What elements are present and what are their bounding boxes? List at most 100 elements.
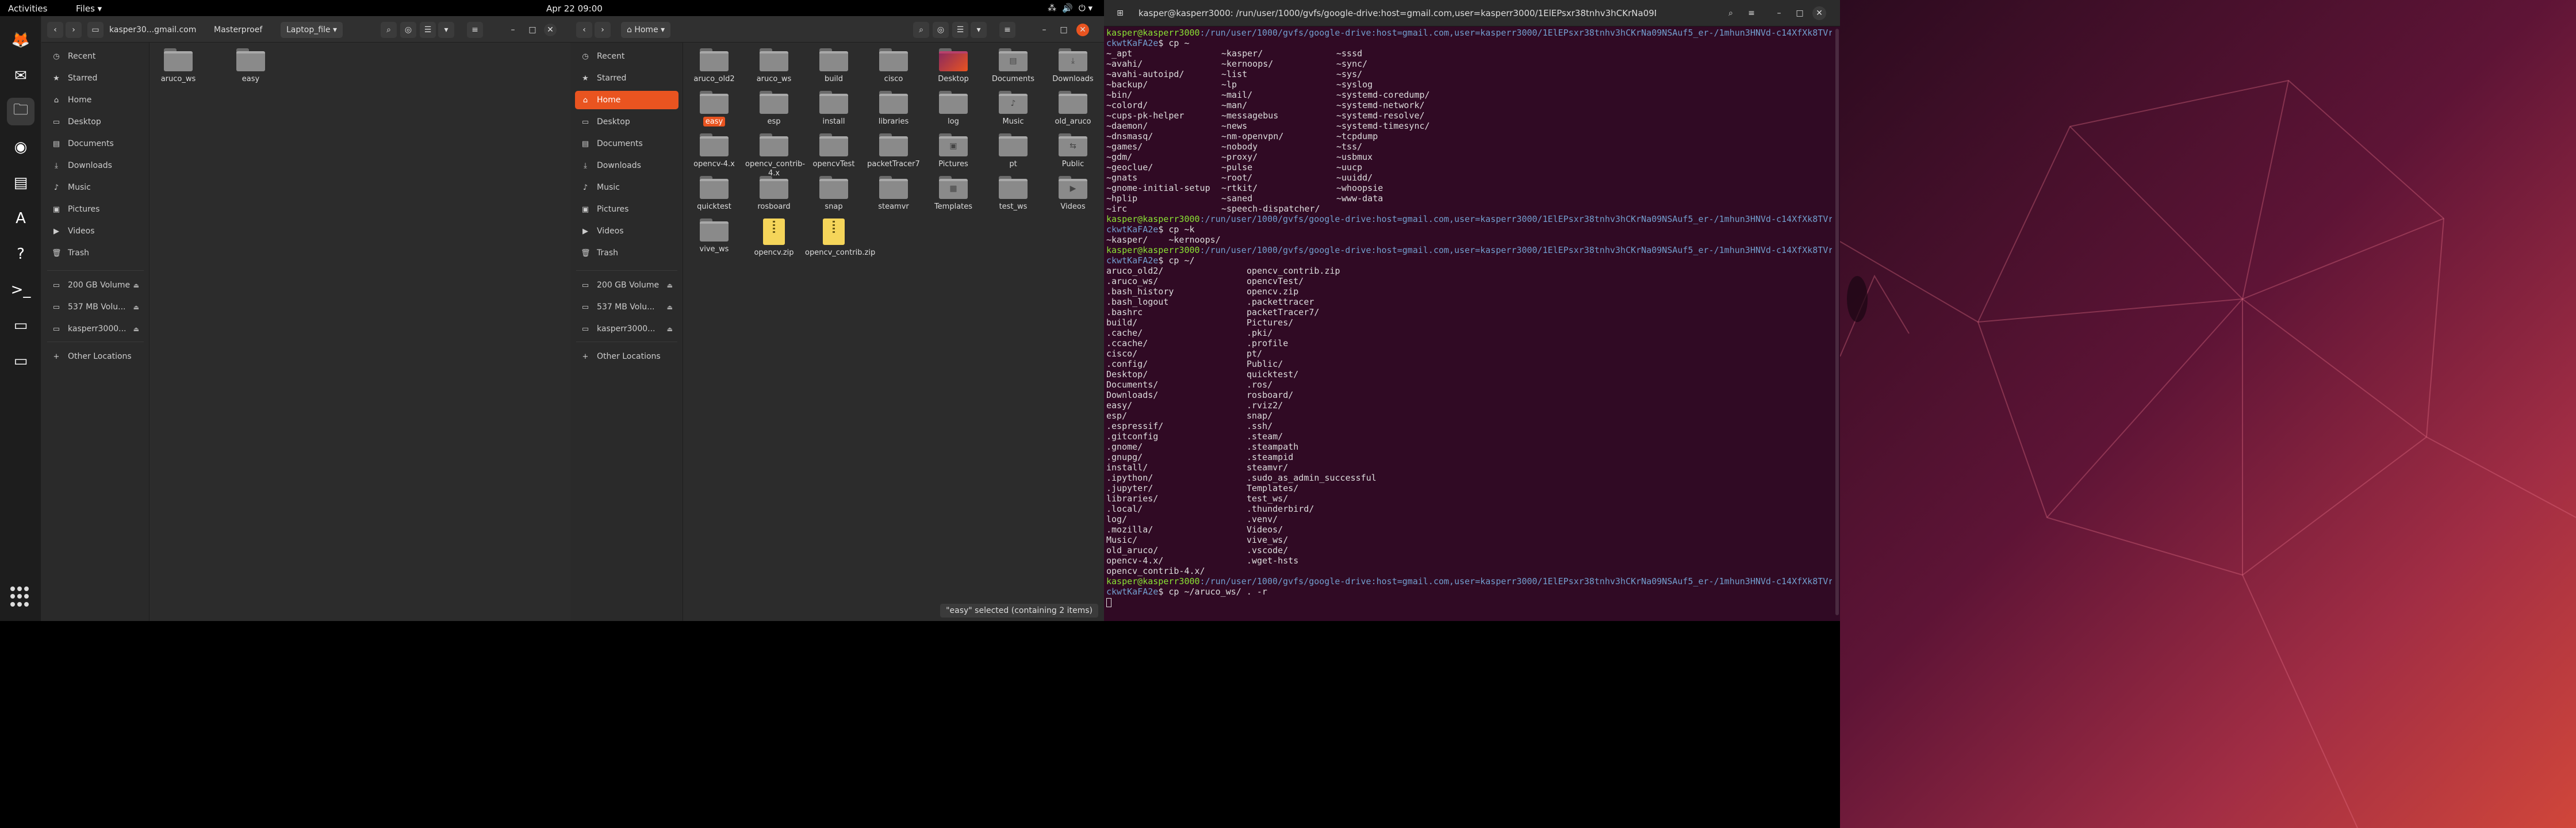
- sidebar-item-trash[interactable]: 🗑 Trash: [575, 244, 678, 262]
- file-item[interactable]: ▣ Pictures: [925, 133, 982, 169]
- files-icon[interactable]: 🗀: [7, 98, 34, 125]
- sidebar-item-videos[interactable]: ▶ Videos: [46, 222, 145, 240]
- file-item[interactable]: old_aruco: [1044, 91, 1102, 126]
- sidebar-item-documents[interactable]: ▤ Documents: [46, 135, 145, 153]
- drive-icon[interactable]: ▭: [7, 312, 34, 339]
- file-item[interactable]: ⇆ Public: [1044, 133, 1102, 169]
- sidebar-item-trash[interactable]: 🗑 Trash: [46, 244, 145, 262]
- sidebar-item-pictures[interactable]: ▣ Pictures: [575, 200, 678, 218]
- file-item[interactable]: ▦ Templates: [925, 176, 982, 212]
- eject-icon[interactable]: ⏏: [133, 325, 139, 333]
- minimize-icon[interactable]: –: [1771, 6, 1787, 21]
- search-icon[interactable]: ⌕: [1723, 6, 1739, 21]
- list-view-icon[interactable]: ☰: [952, 22, 968, 38]
- search-icon[interactable]: ⌕: [913, 22, 929, 38]
- file-item[interactable]: ▶ Videos: [1044, 176, 1102, 212]
- file-item[interactable]: easy: [222, 48, 279, 84]
- sidebar-volume[interactable]: ▭ 537 MB Volu... ⏏: [46, 298, 145, 316]
- file-item[interactable]: opencv_contrib.zip: [805, 218, 875, 258]
- list-view-icon[interactable]: ☰: [420, 22, 436, 38]
- sidebar-volume[interactable]: ▭ 200 GB Volume ⏏: [46, 276, 145, 294]
- sidebar-item-music[interactable]: ♪ Music: [46, 178, 145, 197]
- file-item[interactable]: rosboard: [745, 176, 803, 212]
- activities-button[interactable]: Activities: [8, 3, 47, 14]
- sidebar-item-music[interactable]: ♪ Music: [575, 178, 678, 197]
- eject-icon[interactable]: ⏏: [667, 325, 673, 333]
- terminal-output[interactable]: kasper@kasperr3000:/run/user/1000/gvfs/g…: [1106, 28, 1832, 621]
- breadcrumb-home[interactable]: ⌂ Home ▾: [621, 22, 671, 38]
- sidebar-item-desktop[interactable]: ▭ Desktop: [46, 113, 145, 131]
- app-menu[interactable]: Files ▾: [76, 3, 102, 14]
- network-icon[interactable]: ⁂: [1048, 3, 1056, 13]
- sidebar-item-downloads[interactable]: ⤓ Downloads: [575, 156, 678, 175]
- back-button[interactable]: ‹: [47, 22, 63, 38]
- back-button[interactable]: ‹: [576, 22, 592, 38]
- sidebar-item-recent[interactable]: ◷ Recent: [575, 47, 678, 66]
- file-item[interactable]: install: [805, 91, 862, 126]
- rhythmbox-icon[interactable]: ◉: [7, 133, 34, 161]
- file-item[interactable]: aruco_old2: [685, 48, 743, 84]
- sidebar-item-pictures[interactable]: ▣ Pictures: [46, 200, 145, 218]
- close-icon[interactable]: ✕: [1076, 24, 1089, 36]
- menu-icon[interactable]: ≡: [1743, 6, 1759, 21]
- file-item[interactable]: easy: [685, 91, 743, 126]
- file-item[interactable]: libraries: [865, 91, 922, 126]
- sort-icon[interactable]: ▾: [971, 22, 987, 38]
- system-tray[interactable]: ⁂ 🔊 ⏻ ▾: [1048, 3, 1092, 13]
- minimize-icon[interactable]: –: [1036, 22, 1052, 38]
- maximize-icon[interactable]: □: [1792, 6, 1808, 21]
- file-item[interactable]: steamvr: [865, 176, 922, 212]
- file-item[interactable]: build: [805, 48, 862, 84]
- eject-icon[interactable]: ⏏: [667, 304, 673, 311]
- thunderbird-icon[interactable]: ✉: [7, 62, 34, 90]
- maximize-icon[interactable]: □: [1056, 22, 1072, 38]
- file-item[interactable]: cisco: [865, 48, 922, 84]
- file-item[interactable]: vive_ws: [685, 218, 743, 254]
- sidebar-volume[interactable]: ▭ kasperr3000... ⏏: [575, 320, 678, 338]
- forward-button[interactable]: ›: [595, 22, 611, 38]
- breadcrumb-laptop-file[interactable]: Laptop_file ▾: [281, 22, 343, 38]
- drive2-icon[interactable]: ▭: [7, 347, 34, 375]
- sidebar-volume[interactable]: ▭ kasperr3000... ⏏: [46, 320, 145, 338]
- software-icon[interactable]: A: [7, 205, 34, 232]
- view-options-icon[interactable]: ◎: [400, 22, 416, 38]
- file-item[interactable]: ♪ Music: [984, 91, 1042, 126]
- file-item[interactable]: esp: [745, 91, 803, 126]
- file-item[interactable]: Desktop: [925, 48, 982, 84]
- file-item[interactable]: opencv-4.x: [685, 133, 743, 169]
- sidebar-item-other-locations[interactable]: + Other Locations: [46, 347, 132, 366]
- sidebar-item-home[interactable]: ⌂ Home: [46, 91, 145, 109]
- terminal-scrollbar[interactable]: [1835, 29, 1839, 615]
- file-item[interactable]: opencv.zip: [745, 218, 803, 258]
- eject-icon[interactable]: ⏏: [133, 282, 139, 289]
- breadcrumb-drive[interactable]: kasper30...gmail.com: [103, 22, 202, 38]
- show-apps-icon[interactable]: [10, 586, 31, 607]
- sidebar-volume[interactable]: ▭ 537 MB Volu... ⏏: [575, 298, 678, 316]
- new-tab-icon[interactable]: ⊞: [1112, 6, 1128, 21]
- volume-icon[interactable]: 🔊: [1062, 3, 1073, 13]
- power-icon[interactable]: ⏻ ▾: [1079, 3, 1092, 13]
- file-item[interactable]: quicktest: [685, 176, 743, 212]
- file-item[interactable]: snap: [805, 176, 862, 212]
- file-item[interactable]: test_ws: [984, 176, 1042, 212]
- file-item[interactable]: ▤ Documents: [984, 48, 1042, 84]
- file-item[interactable]: log: [925, 91, 982, 126]
- drive-icon[interactable]: ▭: [87, 22, 103, 38]
- eject-icon[interactable]: ⏏: [133, 304, 139, 311]
- sidebar-item-documents[interactable]: ▤ Documents: [575, 135, 678, 153]
- sidebar-item-downloads[interactable]: ⤓ Downloads: [46, 156, 145, 175]
- clock[interactable]: Apr 22 09:00: [546, 3, 603, 14]
- help-icon[interactable]: ?: [7, 240, 34, 268]
- file-item[interactable]: ⤓ Downloads: [1044, 48, 1102, 84]
- sidebar-item-starred[interactable]: ★ Starred: [46, 69, 145, 87]
- minimize-icon[interactable]: –: [505, 22, 521, 38]
- file-item[interactable]: aruco_ws: [150, 48, 207, 84]
- firefox-icon[interactable]: 🦊: [7, 26, 34, 54]
- close-icon[interactable]: ✕: [544, 24, 557, 36]
- terminal-icon[interactable]: >_: [7, 276, 34, 304]
- view-options-icon[interactable]: ◎: [933, 22, 949, 38]
- writer-icon[interactable]: ▤: [7, 169, 34, 197]
- file-item[interactable]: opencvTest: [805, 133, 862, 169]
- menu-icon[interactable]: ≡: [467, 22, 483, 38]
- search-icon[interactable]: ⌕: [381, 22, 397, 38]
